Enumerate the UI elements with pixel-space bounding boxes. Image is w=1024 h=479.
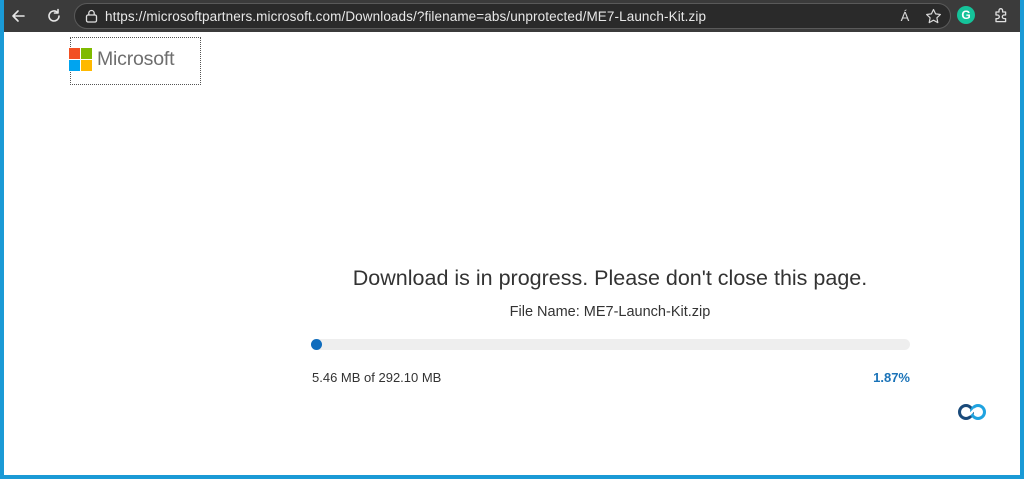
download-size-label: 5.46 MB of 292.10 MB [312,370,442,385]
download-status-heading: Download is in progress. Please don't cl… [352,266,868,290]
read-aloud-glyph: Á [900,8,910,24]
back-arrow-icon[interactable] [4,2,32,30]
favorite-star-icon[interactable] [924,7,942,25]
microsoft-logo-text: Microsoft [97,48,175,70]
browser-toolbar: https://microsoftpartners.microsoft.com/… [0,0,1024,32]
watermark-logo [955,402,989,430]
microsoft-logo-icon [69,48,92,71]
lock-icon[interactable] [83,8,99,24]
download-progress-bar [311,339,910,350]
grammarly-letter: G [957,6,975,24]
watermark-icon [958,404,986,420]
read-aloud-icon[interactable]: Á [896,7,914,25]
microsoft-logo-link[interactable]: Microsoft [69,37,201,85]
reload-icon[interactable] [40,2,68,30]
grammarly-icon[interactable]: G [955,4,977,26]
file-name-label: File Name: ME7-Launch-Kit.zip [509,304,711,320]
extensions-puzzle-icon[interactable] [991,4,1013,26]
download-progress-fill [311,339,323,350]
url-text[interactable]: https://microsoftpartners.microsoft.com/… [105,9,706,24]
download-percent-label: 1.87% [873,370,910,385]
address-bar[interactable]: https://microsoftpartners.microsoft.com/… [74,3,951,29]
